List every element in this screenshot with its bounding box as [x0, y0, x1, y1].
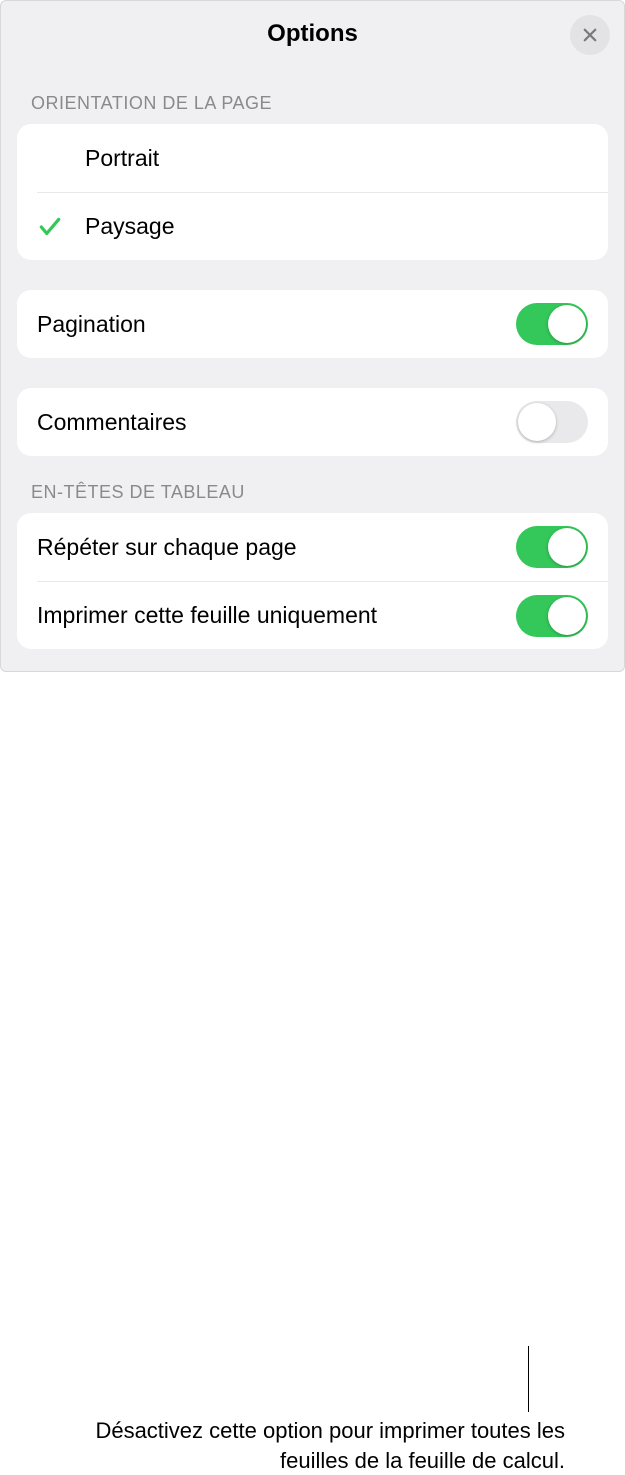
orientation-portrait-row[interactable]: Portrait	[17, 124, 608, 192]
repeat-headers-label: Répéter sur chaque page	[37, 534, 516, 561]
repeat-headers-toggle[interactable]	[516, 526, 588, 568]
pagination-toggle[interactable]	[516, 303, 588, 345]
print-sheet-row: Imprimer cette feuille uniquement	[37, 581, 608, 649]
pagination-row: Pagination	[17, 290, 608, 358]
pagination-group: Pagination	[17, 290, 608, 358]
section-label-headers: EN-TÊTES DE TABLEAU	[1, 456, 624, 513]
check-column	[37, 214, 85, 240]
comments-row: Commentaires	[17, 388, 608, 456]
toggle-knob	[548, 597, 586, 635]
print-sheet-label: Imprimer cette feuille uniquement	[37, 602, 516, 629]
checkmark-icon	[37, 214, 63, 240]
pagination-label: Pagination	[37, 311, 516, 338]
section-label-orientation: ORIENTATION DE LA PAGE	[1, 67, 624, 124]
comments-group: Commentaires	[17, 388, 608, 456]
table-headers-group: Répéter sur chaque page Imprimer cette f…	[17, 513, 608, 649]
options-panel: Options ORIENTATION DE LA PAGE Portrait …	[0, 0, 625, 672]
close-icon	[581, 26, 599, 44]
repeat-headers-row: Répéter sur chaque page	[17, 513, 608, 581]
comments-label: Commentaires	[37, 409, 516, 436]
panel-header: Options	[1, 1, 624, 67]
close-button[interactable]	[570, 15, 610, 55]
comments-toggle[interactable]	[516, 401, 588, 443]
toggle-knob	[548, 528, 586, 566]
orientation-portrait-label: Portrait	[85, 145, 588, 172]
orientation-paysage-label: Paysage	[85, 213, 588, 240]
print-sheet-toggle[interactable]	[516, 595, 588, 637]
toggle-knob	[548, 305, 586, 343]
callout-leader-line	[528, 1346, 529, 1412]
orientation-group: Portrait Paysage	[17, 124, 608, 260]
orientation-paysage-row[interactable]: Paysage	[37, 192, 608, 260]
callout-text: Désactivez cette option pour imprimer to…	[85, 1416, 565, 1475]
toggle-knob	[518, 403, 556, 441]
panel-title: Options	[267, 20, 358, 48]
